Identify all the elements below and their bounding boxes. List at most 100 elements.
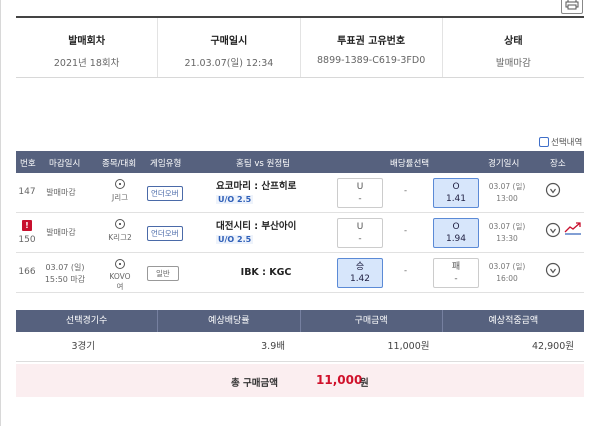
game-type-badge: 언더오버 (147, 186, 183, 201)
odd-label: 패 (451, 262, 461, 272)
total-amount: 11,000 (316, 373, 363, 387)
summary-col: 예상적중금액 (441, 310, 584, 332)
col-place: 장소 (550, 159, 566, 169)
total-purchase-bar: 총 구매금액 11,000 원 (16, 364, 584, 397)
games-table-header: 번호 마감일시 종목/대회 게임유형 홈팀 vs 원정팀 배당률선택 경기일시 … (16, 151, 584, 173)
odd-value: 1.42 (349, 274, 371, 284)
match-teams: IBK : KGC (216, 266, 316, 279)
match-time: 13:00 (496, 194, 518, 203)
total-label: 총 구매금액 (231, 378, 279, 389)
game-type-badge: 언더오버 (147, 226, 183, 241)
table-row: 147 발매마감 J리그 언더오버 요코마리 : 산프히로 U/O 2.5 U … (16, 173, 584, 213)
match-datetime: 03.07 (일) 13:00 (486, 181, 528, 205)
handicap-label: U/O 2.5 (216, 235, 254, 244)
close-date: 03.07 (일) (45, 263, 85, 272)
purchase-amount: 11,000원 (387, 341, 430, 352)
map-pin-icon[interactable] (544, 261, 562, 279)
odd-value: 1.41 (445, 194, 467, 204)
odd-option-lose[interactable]: 패 - (433, 258, 479, 288)
odd-label: O (452, 222, 460, 232)
handicap-label: U/O 2.5 (216, 195, 254, 204)
teams-label: 요코마리 : 산프히로 (216, 181, 297, 192)
volleyball-icon (115, 259, 125, 269)
match-date: 03.07 (일) (488, 182, 526, 191)
summary-row: 3경기 3.9배 11,000원 42,900원 (16, 332, 584, 362)
selection-checkbox[interactable]: 선택내역 (539, 136, 582, 148)
match-teams: 요코마리 : 산프히로 U/O 2.5 (216, 180, 326, 206)
odd-option-under[interactable]: U - (337, 178, 383, 208)
info-ticket-id: 투표권 고유번호 8899-1389-C619-3FD0 (299, 18, 442, 77)
expected-payout: 42,900원 (532, 341, 574, 352)
teams-label: IBK : KGC (240, 267, 292, 278)
checkbox-box[interactable] (539, 137, 549, 147)
info-status: 상태 발매마감 (441, 18, 584, 77)
info-header: 상태 (504, 36, 523, 47)
match-time: 13:30 (496, 234, 518, 243)
warning-icon: ! (22, 220, 32, 231)
close-datetime: 03.07 (일) 15:50 마감 (40, 262, 90, 286)
col-game-type: 게임유형 (150, 159, 182, 169)
odd-draw: - (404, 226, 408, 236)
match-date: 03.07 (일) (488, 262, 526, 271)
col-close: 마감일시 (49, 159, 81, 169)
summary-col: 예상배당률 (157, 310, 299, 332)
trend-chart-icon[interactable] (564, 221, 582, 235)
info-value: 2021년 18회차 (53, 58, 120, 69)
match-datetime: 03.07 (일) 13:30 (486, 221, 528, 245)
col-date: 경기일시 (488, 159, 520, 169)
odd-value: 1.94 (445, 234, 467, 244)
total-unit: 원 (360, 378, 369, 389)
odd-draw: - (404, 266, 408, 276)
odd-option-over[interactable]: O 1.94 (433, 218, 479, 248)
odd-label: U (356, 222, 364, 232)
col-odds: 배당률선택 (390, 159, 430, 169)
info-purchase-time: 구매일시 21.03.07(일) 12:34 (157, 18, 299, 77)
match-teams: 대전시티 : 부산아이 U/O 2.5 (216, 220, 326, 246)
info-round: 발매회차 2021년 18회차 (16, 18, 157, 77)
info-value: 21.03.07(일) 12:34 (184, 58, 274, 69)
odd-option-over[interactable]: O 1.41 (433, 178, 479, 208)
teams-label: 대전시티 : 부산아이 (216, 221, 297, 232)
odd-value: - (454, 274, 458, 284)
odd-label: U (356, 182, 364, 192)
summary-header: 선택경기수 예상배당률 구매금액 예상적중금액 (16, 310, 584, 332)
purchase-summary: 선택경기수 예상배당률 구매금액 예상적중금액 3경기 3.9배 11,000원… (16, 310, 584, 397)
print-button[interactable] (561, 0, 583, 14)
close-time: 15:50 마감 (44, 275, 86, 284)
game-type-badge: 일반 (147, 266, 179, 281)
match-date: 03.07 (일) (488, 222, 526, 231)
match-time: 16:00 (496, 274, 518, 283)
game-number: 150 (18, 235, 36, 245)
match-datetime: 03.07 (일) 16:00 (486, 261, 528, 285)
league-cell: KOVO여 (106, 259, 134, 292)
odd-option-win[interactable]: 승 1.42 (337, 258, 383, 288)
ticket-info-table: 발매회차 2021년 18회차 구매일시 21.03.07(일) 12:34 투… (16, 16, 584, 78)
soccer-ball-icon (115, 219, 125, 229)
print-icon (565, 0, 579, 10)
league-cell: J리그 (106, 179, 134, 203)
odd-option-under[interactable]: U - (337, 218, 383, 248)
info-header: 발매회차 (68, 36, 106, 47)
map-pin-icon[interactable] (544, 221, 562, 239)
col-league: 종목/대회 (102, 159, 137, 169)
table-row: 166 03.07 (일) 15:50 마감 KOVO여 일반 IBK : KG… (16, 253, 584, 293)
col-num: 번호 (20, 159, 36, 169)
expected-odds: 3.9배 (261, 341, 285, 352)
close-status: 발매마감 (46, 228, 76, 237)
summary-col: 선택경기수 (65, 316, 108, 326)
soccer-ball-icon (115, 179, 125, 189)
league-name: KOVO여 (109, 272, 131, 291)
odd-value: - (358, 194, 362, 204)
odd-draw: - (404, 186, 408, 196)
league-name: K리그2 (108, 233, 132, 242)
selected-game-count: 3경기 (71, 341, 96, 352)
league-cell: K리그2 (106, 219, 134, 243)
games-table: 번호 마감일시 종목/대회 게임유형 홈팀 vs 원정팀 배당률선택 경기일시 … (16, 151, 584, 293)
close-status: 발매마감 (46, 188, 76, 197)
map-pin-icon[interactable] (544, 181, 562, 199)
info-value: 발매마감 (495, 58, 531, 69)
info-value: 8899-1389-C619-3FD0 (316, 55, 426, 66)
col-teams: 홈팀 vs 원정팀 (236, 159, 290, 169)
odd-label: O (452, 182, 460, 192)
game-number: 147 (18, 187, 36, 197)
